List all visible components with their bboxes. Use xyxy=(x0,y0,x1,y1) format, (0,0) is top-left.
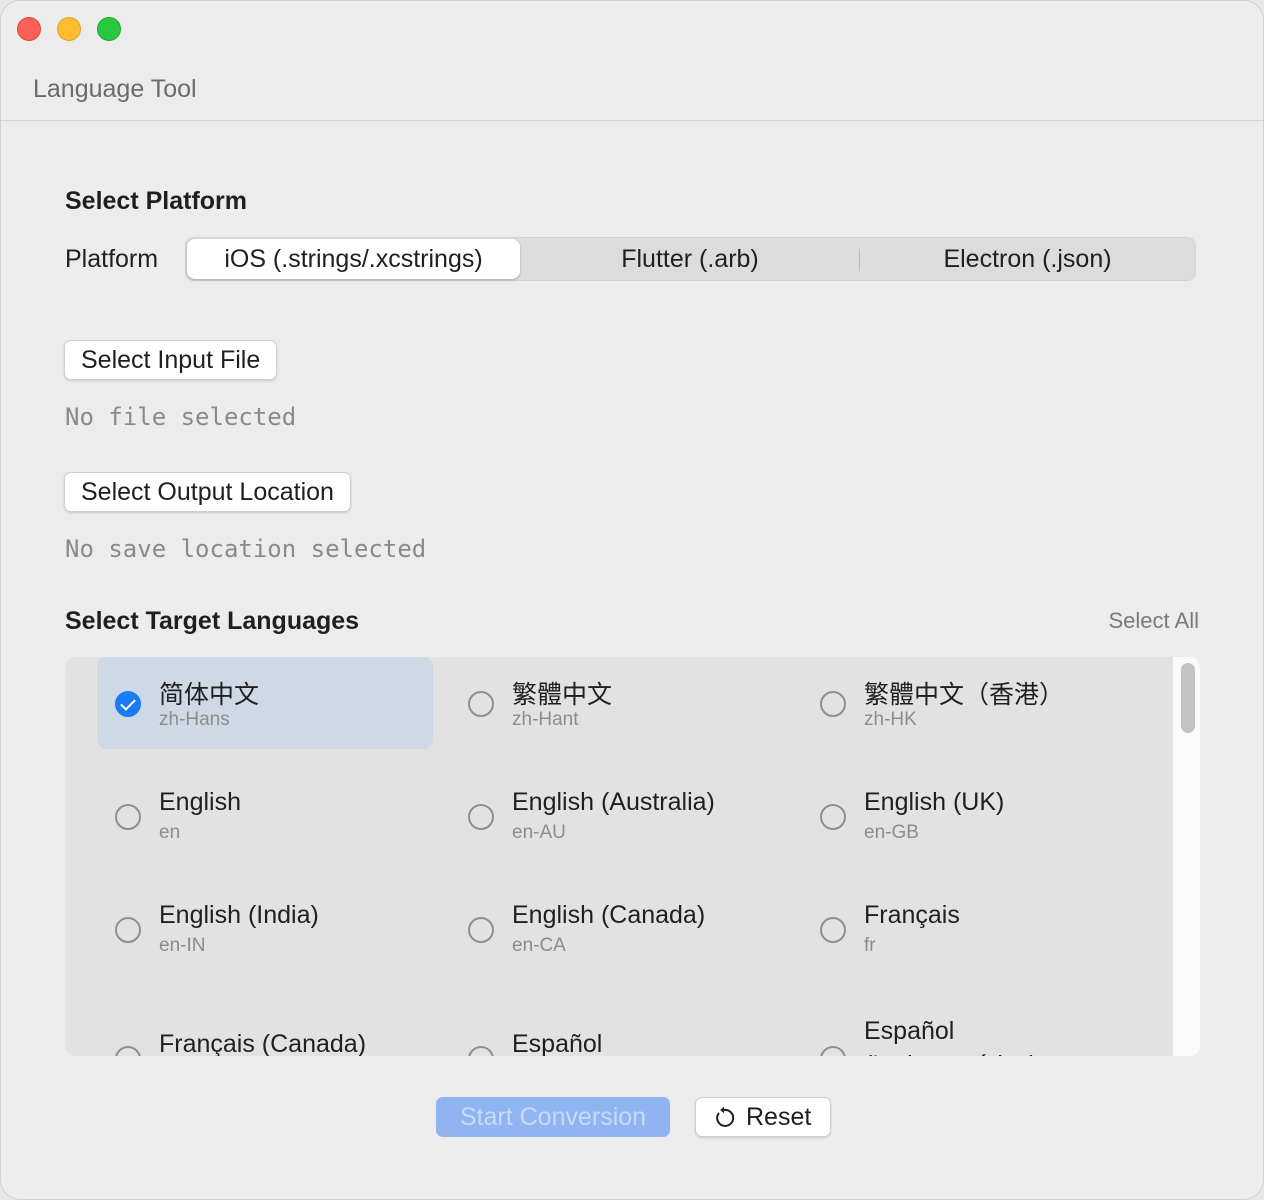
select-all-button[interactable]: Select All xyxy=(1109,608,1200,634)
language-name: Español (Latinoamérica) xyxy=(864,1017,1038,1056)
reset-label: Reset xyxy=(746,1103,812,1131)
language-name: 简体中文 xyxy=(159,681,260,709)
reset-button[interactable]: Reset xyxy=(695,1097,831,1137)
close-window-button[interactable] xyxy=(17,17,41,41)
language-list-scrollbar[interactable] xyxy=(1172,657,1200,1056)
language-code: en xyxy=(159,822,181,843)
language-code: zh-HK xyxy=(864,709,917,730)
language-name: Español xyxy=(512,1030,603,1056)
checkbox-unchecked-icon[interactable] xyxy=(820,1046,846,1056)
language-name: English (Australia) xyxy=(512,788,715,816)
language-code: fr xyxy=(864,935,876,956)
language-item-es-419[interactable]: Español (Latinoamérica) xyxy=(802,997,1138,1056)
window-title: Language Tool xyxy=(33,75,197,103)
checkbox-unchecked-icon[interactable] xyxy=(820,917,846,943)
scrollbar-thumb[interactable] xyxy=(1181,663,1195,733)
start-conversion-button[interactable]: Start Conversion xyxy=(436,1097,670,1137)
checkbox-unchecked-icon[interactable] xyxy=(468,691,494,717)
language-name: Français (Canada) xyxy=(159,1030,367,1056)
language-code: zh-Hant xyxy=(512,709,579,730)
platform-option-ios[interactable]: iOS (.strings/.xcstrings) xyxy=(187,239,520,279)
language-name: English (Canada) xyxy=(512,901,706,929)
platform-option-flutter[interactable]: Flutter (.arb) xyxy=(522,238,858,280)
output-location-status: No save location selected xyxy=(65,535,427,563)
language-item-es[interactable]: Español xyxy=(450,997,786,1056)
language-item-en-au[interactable]: English (Australia) en-AU xyxy=(450,770,786,862)
reset-icon xyxy=(716,1106,735,1127)
platform-label: Platform xyxy=(65,245,159,273)
language-name: Français xyxy=(864,901,960,929)
language-item-en-in[interactable]: English (India) en-IN xyxy=(97,883,433,975)
language-name: English xyxy=(159,788,241,816)
language-item-zh-hant[interactable]: 繁體中文 zh-Hant xyxy=(450,657,786,749)
platform-option-electron[interactable]: Electron (.json) xyxy=(860,238,1195,280)
language-item-en-gb[interactable]: English (UK) en-GB xyxy=(802,770,1138,862)
language-name: 繁體中文（香港） xyxy=(864,681,1065,709)
platform-segmented-control: iOS (.strings/.xcstrings) Flutter (.arb)… xyxy=(185,237,1196,281)
languages-section-heading: Select Target Languages xyxy=(65,607,360,635)
minimize-window-button[interactable] xyxy=(57,17,81,41)
select-input-file-button[interactable]: Select Input File xyxy=(64,340,278,380)
checkbox-unchecked-icon[interactable] xyxy=(468,917,494,943)
language-list[interactable]: 简体中文 zh-Hans 繁體中文 zh-Hant 繁體中文（香港） zh-HK… xyxy=(65,657,1200,1056)
checkbox-unchecked-icon[interactable] xyxy=(468,1046,494,1056)
checkbox-unchecked-icon[interactable] xyxy=(468,804,494,830)
language-item-zh-hans[interactable]: 简体中文 zh-Hans xyxy=(97,657,433,749)
language-item-fr[interactable]: Français fr xyxy=(802,883,1138,975)
checkbox-unchecked-icon[interactable] xyxy=(115,804,141,830)
language-code: en-CA xyxy=(512,935,566,956)
language-name: English (India) xyxy=(159,901,319,929)
input-file-status: No file selected xyxy=(65,403,297,431)
language-code: en-IN xyxy=(159,935,206,956)
language-code: en-GB xyxy=(864,822,919,843)
language-code: zh-Hans xyxy=(159,709,230,730)
checkbox-checked-icon[interactable] xyxy=(115,691,141,717)
checkbox-unchecked-icon[interactable] xyxy=(115,917,141,943)
language-item-fr-ca[interactable]: Français (Canada) xyxy=(97,997,433,1056)
language-name: 繁體中文 xyxy=(512,681,613,709)
app-window: Language Tool Select Platform Platform i… xyxy=(0,0,1264,1200)
language-code: en-AU xyxy=(512,822,566,843)
language-item-zh-hk[interactable]: 繁體中文（香港） zh-HK xyxy=(802,657,1138,749)
select-output-location-button[interactable]: Select Output Location xyxy=(64,472,351,512)
checkbox-unchecked-icon[interactable] xyxy=(115,1046,141,1056)
language-name: English (UK) xyxy=(864,788,1005,816)
platform-section-heading: Select Platform xyxy=(65,187,248,215)
checkbox-unchecked-icon[interactable] xyxy=(820,804,846,830)
language-item-en-ca[interactable]: English (Canada) en-CA xyxy=(450,883,786,975)
checkbox-unchecked-icon[interactable] xyxy=(820,691,846,717)
language-item-en[interactable]: English en xyxy=(97,770,433,862)
title-bar: Language Tool xyxy=(1,1,1263,121)
zoom-window-button[interactable] xyxy=(97,17,121,41)
